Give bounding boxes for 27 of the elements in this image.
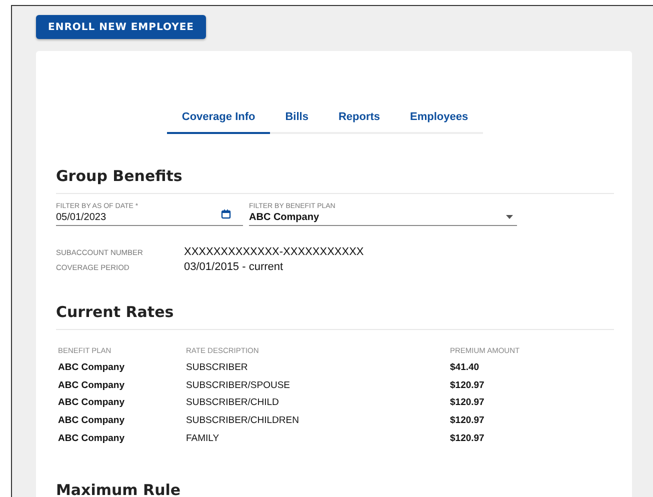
table-cell-text: SUBSCRIBER — [186, 362, 249, 374]
section-title: Group Benefits — [56, 167, 614, 194]
section-title: Maximum Rule — [56, 480, 182, 497]
enroll-new-employee-button[interactable]: ENROLL NEW EMPLOYEE — [36, 15, 206, 39]
detail-value: XXXXXXXXXXXXX-XXXXXXXXXXX — [184, 246, 365, 258]
table-cell-text: SUBSCRIBER/CHILDREN — [186, 415, 300, 426]
tab[interactable]: Reports — [323, 105, 396, 134]
table-cell-text: ABC Company — [58, 432, 126, 444]
table-cell-text: ABC Company — [58, 362, 126, 374]
table-cell-text: SUBSCRIBER/SPOUSE — [186, 380, 291, 391]
tab[interactable]: Coverage Info — [166, 105, 270, 134]
table-cell-text: SUBSCRIBER/CHILD — [186, 397, 280, 408]
table-cell-text: ABC Company — [58, 397, 126, 408]
table-cell-text: $120.97 — [450, 415, 486, 426]
table-cell-text: $120.97 — [450, 380, 486, 391]
caret-icon — [506, 215, 513, 219]
tab[interactable]: Employees — [395, 105, 484, 134]
table-cell-text: FAMILY — [186, 432, 220, 444]
section-title: Current Rates — [56, 303, 614, 330]
calendar-icon[interactable] — [221, 209, 231, 219]
table-cell-text: $120.97 — [450, 397, 486, 408]
table-cell-text: $41.40 — [450, 362, 480, 374]
detail-value: 03/01/2015 - current — [184, 261, 284, 273]
table-cell-text: ABC Company — [58, 415, 126, 426]
table-cell-text: $120.97 — [450, 432, 486, 444]
tab[interactable]: Bills — [270, 105, 324, 134]
table-cell-text: ABC Company — [58, 380, 126, 391]
